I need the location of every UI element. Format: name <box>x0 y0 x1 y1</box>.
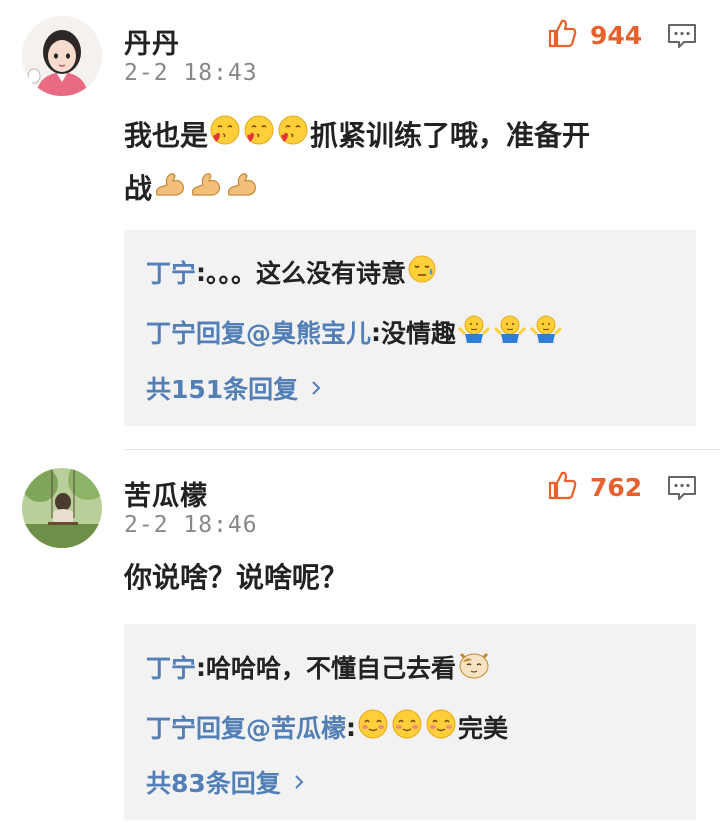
reply-text: 。。。这么没有诗意 <box>206 259 407 288</box>
username[interactable]: 丹丹 <box>124 22 180 61</box>
comment-bubble-icon[interactable] <box>666 474 698 502</box>
reply-box: 丁宁: 。。。这么没有诗意 丁宁 回复 @臭熊宝儿: 没情趣 共151条回复 <box>124 230 696 426</box>
divider <box>124 449 720 450</box>
reply-separator: : <box>196 257 207 287</box>
reply-mention[interactable]: @臭熊宝儿 <box>246 314 371 350</box>
flexed-bicep-icon <box>189 164 223 216</box>
more-replies-label: 共151条回复 <box>146 375 299 404</box>
thumbs-up-icon <box>546 469 578 505</box>
timestamp: 2-2 18:46 <box>124 512 258 538</box>
reply-separator: : <box>196 652 207 682</box>
blush-emoji-icon <box>391 708 423 746</box>
reply-line[interactable]: 丁宁: 。。。这么没有诗意 <box>146 254 438 290</box>
comment-item: 苦瓜檬 2-2 18:46 762 你说啥？说啥呢？ 丁宁: 哈哈哈，不懂自己去… <box>0 452 720 840</box>
reply-author[interactable]: 丁宁 <box>146 314 196 350</box>
shrug-emoji-icon <box>457 314 491 350</box>
reply-text: 完美 <box>458 714 509 743</box>
shrug-emoji-icon <box>493 314 527 350</box>
reply-mention[interactable]: @苦瓜檬 <box>246 709 346 745</box>
shrug-emoji-icon <box>529 314 563 350</box>
kiss-emoji-icon <box>277 111 309 163</box>
comment-text-part: 战 <box>124 172 153 205</box>
comment-text-part: 抓紧训练了哦，准备开 <box>310 119 591 152</box>
sweat-emoji-icon <box>407 254 437 290</box>
cat-face-icon <box>457 648 491 686</box>
comment-text-part: 你说啥？说啥呢？ <box>124 561 349 594</box>
avatar[interactable] <box>22 16 102 96</box>
reply-line[interactable]: 丁宁 回复 @臭熊宝儿: 没情趣 <box>146 314 564 350</box>
kiss-emoji-icon <box>243 111 275 163</box>
more-replies-label: 共83条回复 <box>146 769 281 798</box>
view-more-replies-link[interactable]: 共151条回复 <box>146 370 322 406</box>
timestamp: 2-2 18:43 <box>124 60 258 86</box>
chevron-right-icon <box>293 768 305 797</box>
comment-item: 丹丹 2-2 18:43 944 我也是 抓紧训练了哦，准备开战 丁宁: 。。。这… <box>0 0 720 448</box>
reply-separator: : <box>346 712 357 742</box>
reply-text: 没情趣 <box>381 319 457 348</box>
thumbs-up-icon <box>546 17 578 53</box>
chevron-right-icon <box>310 374 322 403</box>
blush-emoji-icon <box>357 708 389 746</box>
like-count: 762 <box>590 472 643 502</box>
reply-author[interactable]: 丁宁 <box>146 254 196 290</box>
like-count: 944 <box>590 20 643 50</box>
comment-text: 你说啥？说啥呢？ <box>124 552 684 604</box>
reply-author[interactable]: 丁宁 <box>146 709 196 745</box>
reply-verb: 回复 <box>196 319 247 348</box>
reply-author[interactable]: 丁宁 <box>146 649 196 685</box>
comment-text-part: 我也是 <box>124 119 209 152</box>
view-more-replies-link[interactable]: 共83条回复 <box>146 764 305 800</box>
reply-text: 哈哈哈，不懂自己去看 <box>206 654 457 683</box>
reply-box: 丁宁: 哈哈哈，不懂自己去看 丁宁 回复 @苦瓜檬: 完美 共83条回复 <box>124 624 696 820</box>
flexed-bicep-icon <box>225 164 259 216</box>
reply-line[interactable]: 丁宁: 哈哈哈，不懂自己去看 <box>146 648 492 686</box>
kiss-emoji-icon <box>209 111 241 163</box>
reply-verb: 回复 <box>196 714 247 743</box>
comment-bubble-icon[interactable] <box>666 22 698 50</box>
reply-line[interactable]: 丁宁 回复 @苦瓜檬: 完美 <box>146 708 508 746</box>
username[interactable]: 苦瓜檬 <box>124 474 208 513</box>
like-button[interactable]: 944 <box>546 18 642 52</box>
comment-text: 我也是 抓紧训练了哦，准备开战 <box>124 110 684 216</box>
reply-separator: : <box>371 317 382 347</box>
blush-emoji-icon <box>425 708 457 746</box>
avatar[interactable] <box>22 468 102 548</box>
flexed-bicep-icon <box>153 164 187 216</box>
like-button[interactable]: 762 <box>546 470 642 504</box>
